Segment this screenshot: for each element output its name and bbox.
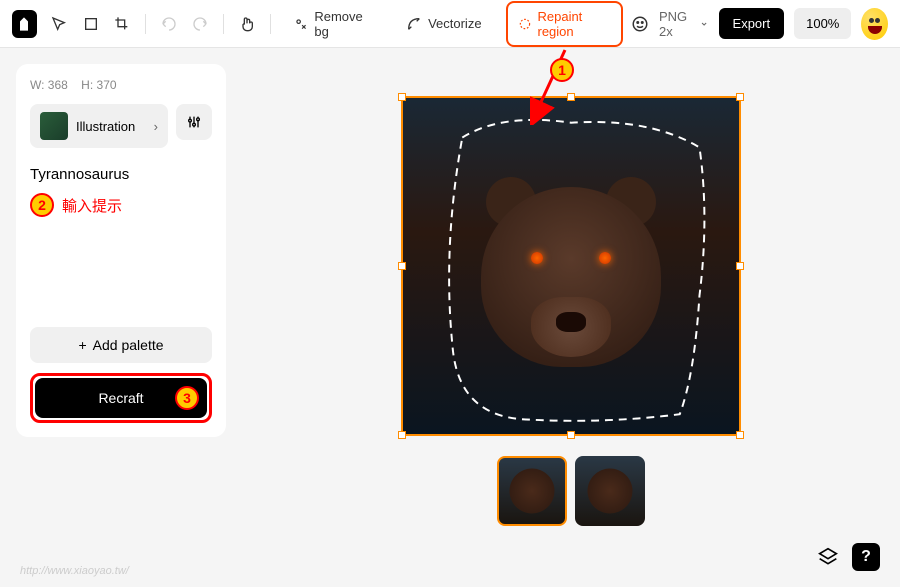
toolbar-divider <box>223 14 224 34</box>
zoom-level-button[interactable]: 100% <box>794 8 851 39</box>
style-selector-button[interactable]: Illustration › <box>30 104 168 148</box>
resize-handle-rm[interactable] <box>736 262 744 270</box>
recraft-highlight-box: Recraft 3 <box>30 373 212 423</box>
annotation-arrow-1 <box>530 45 590 125</box>
generated-image-content <box>471 167 671 387</box>
format-label: PNG 2x <box>659 9 696 39</box>
app-logo[interactable] <box>12 10 37 38</box>
toolbar-right-group: PNG 2x Export 100% <box>631 8 888 40</box>
vectorize-button[interactable]: Vectorize <box>396 10 491 38</box>
redo-icon[interactable] <box>192 14 210 34</box>
style-settings-button[interactable] <box>176 104 212 140</box>
resize-handle-bm[interactable] <box>567 431 575 439</box>
export-button[interactable]: Export <box>719 8 785 39</box>
remove-bg-label: Remove bg <box>314 9 372 39</box>
cursor-tool-icon[interactable] <box>51 14 69 34</box>
chevron-right-icon: › <box>154 119 158 134</box>
watermark-text: http://www.xiaoyao.tw/ <box>20 565 129 577</box>
undo-icon[interactable] <box>160 14 178 34</box>
recraft-label: Recraft <box>98 390 143 406</box>
top-toolbar: Remove bg Vectorize Repaint region PNG 2… <box>0 0 900 48</box>
canvas-area[interactable] <box>242 48 900 587</box>
remove-bg-button[interactable]: Remove bg <box>284 3 382 45</box>
toolbar-left-group: Remove bg Vectorize Repaint region <box>12 1 623 47</box>
sidebar: W: 368 H: 370 Illustration › 2 輸入提示 <box>0 48 242 587</box>
plus-icon: + <box>78 337 86 353</box>
thumbnail-2[interactable] <box>575 456 645 526</box>
annotation-text-2: 輸入提示 <box>62 195 122 216</box>
resize-handle-bl[interactable] <box>398 431 406 439</box>
resize-handle-lm[interactable] <box>398 262 406 270</box>
repaint-region-button[interactable]: Repaint region <box>506 1 623 47</box>
format-dropdown[interactable]: PNG 2x <box>659 9 709 39</box>
thumbnail-row <box>497 456 645 526</box>
main-area: W: 368 H: 370 Illustration › 2 輸入提示 <box>0 48 900 587</box>
prompt-input[interactable] <box>30 162 212 187</box>
style-label: Illustration <box>76 119 135 134</box>
annotation-badge-2: 2 <box>30 193 54 217</box>
hand-tool-icon[interactable] <box>238 14 256 34</box>
layers-icon[interactable] <box>814 543 842 571</box>
annotation-2: 2 輸入提示 <box>30 193 212 217</box>
toolbar-divider <box>145 14 146 34</box>
thumbnail-1[interactable] <box>497 456 567 526</box>
resize-handle-tr[interactable] <box>736 93 744 101</box>
canvas-dimensions: W: 368 H: 370 <box>30 78 212 92</box>
style-selector-row: Illustration › <box>30 104 212 148</box>
add-palette-label: Add palette <box>93 337 164 353</box>
annotation-badge-1: 1 <box>550 58 574 82</box>
recraft-button[interactable]: Recraft 3 <box>35 378 207 418</box>
help-icon[interactable]: ? <box>852 543 880 571</box>
face-tool-icon[interactable] <box>631 14 649 34</box>
user-avatar-emoji[interactable] <box>861 8 888 40</box>
resize-handle-tl[interactable] <box>398 93 406 101</box>
annotation-badge-3: 3 <box>175 386 199 410</box>
sidebar-panel: W: 368 H: 370 Illustration › 2 輸入提示 <box>16 64 226 437</box>
toolbar-divider <box>270 14 271 34</box>
shape-tool-icon[interactable] <box>82 14 100 34</box>
bottom-right-icons: ? <box>814 543 880 571</box>
vectorize-label: Vectorize <box>428 16 481 31</box>
resize-handle-br[interactable] <box>736 431 744 439</box>
style-thumbnail <box>40 112 68 140</box>
crop-tool-icon[interactable] <box>114 14 132 34</box>
add-palette-button[interactable]: + Add palette <box>30 327 212 363</box>
repaint-region-label: Repaint region <box>537 9 611 39</box>
canvas-image[interactable] <box>401 96 741 436</box>
